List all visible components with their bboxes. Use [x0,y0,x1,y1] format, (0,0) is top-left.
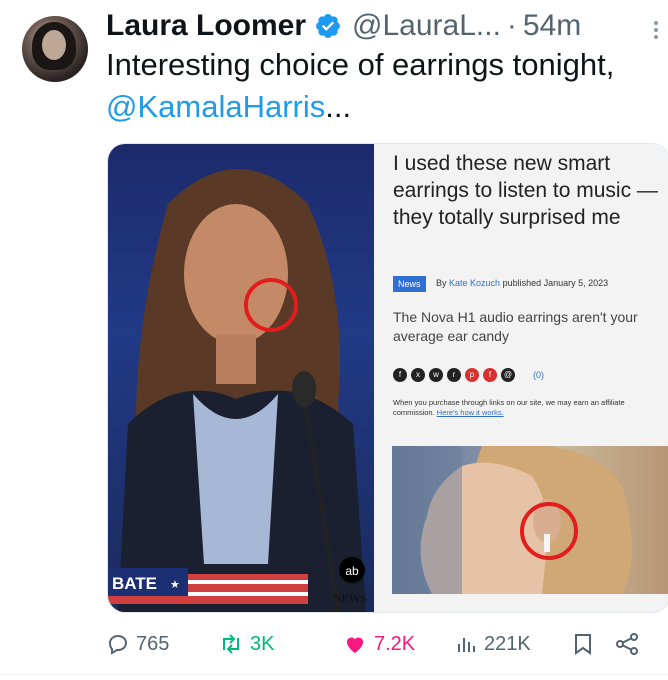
retweet-count: 3K [250,632,275,655]
share-button[interactable] [614,632,654,656]
author-name[interactable]: Laura Loomer [106,9,306,43]
reddit-icon: r [447,368,461,382]
earring-inset-photo [392,446,668,594]
network-logo-sub: NEWS [333,591,367,605]
tweet-header: Laura Loomer @LauraL... · 54m [106,6,668,46]
earring-inset-highlight-circle [520,502,578,560]
left-photo-illustration: ab NEWS BATE ★ [108,169,367,612]
reply-count: 765 [136,632,170,655]
tweet-media[interactable]: ab NEWS BATE ★ I used these new smart ea… [107,143,668,613]
x-icon: x [411,368,425,382]
flipboard-icon: f [483,368,497,382]
tweet-divider [0,674,668,675]
heart-icon [347,637,363,653]
earring-highlight-circle [244,278,298,332]
bookmark-icon [575,634,591,655]
article-subtitle: The Nova H1 audio earrings aren't your a… [393,309,638,344]
news-tag: News [393,276,426,292]
affiliate-disclaimer: When you purchase through links on our s… [393,398,663,418]
tweet-actions: 765 3K 7.2K 221K [106,624,666,664]
network-logo: ab [345,564,359,578]
email-icon: @ [501,368,515,382]
like-count: 7.2K [374,632,416,655]
view-count: 221K [484,632,531,655]
retweet-button[interactable]: 3K [218,632,342,656]
views-button[interactable]: 221K [454,632,572,656]
byline-author: Kate Kozuch [449,278,501,288]
author-avatar[interactable] [22,16,88,82]
byline-prefix: By [436,278,447,288]
tweet-time[interactable]: 54m [523,9,581,43]
tweet-text-ellipsis: ... [325,89,352,124]
lower-third-text: BATE [112,574,157,593]
bookmark-button[interactable] [572,632,614,656]
views-chart-icon [458,638,475,652]
verified-badge-icon [316,14,341,38]
retweet-icon [223,634,239,654]
share-nodes-icon [616,633,638,655]
byline-date: published January 5, 2023 [502,278,609,288]
disclaimer-text: When you purchase through links on our s… [393,398,625,417]
header-separator: · [506,9,517,42]
avatar-face [42,30,66,60]
author-handle[interactable]: @LauraL... [352,9,501,43]
article-title: I used these new smart earrings to liste… [393,152,658,229]
more-options-icon[interactable] [654,18,660,42]
mention-link[interactable]: @KamalaHarris [106,89,325,124]
pinterest-icon: p [465,368,479,382]
tweet-text: Interesting choice of earrings tonight, … [106,44,646,128]
facebook-icon: f [393,368,407,382]
like-button[interactable]: 7.2K [342,632,454,656]
article-byline: By Kate Kozuch published January 5, 2023 [436,278,608,288]
lower-third-star: ★ [170,578,180,591]
comments-count: (0) [533,370,544,380]
tweet-text-body: Interesting choice of earrings tonight, [106,47,615,82]
share-icons-row: f x w r p f @ (0) [393,368,544,382]
disclaimer-link: Here's how it works. [436,408,504,417]
reply-button[interactable]: 765 [106,632,218,656]
whatsapp-icon: w [429,368,443,382]
left-photo: ab NEWS BATE ★ [108,144,374,612]
reply-icon [108,634,128,655]
